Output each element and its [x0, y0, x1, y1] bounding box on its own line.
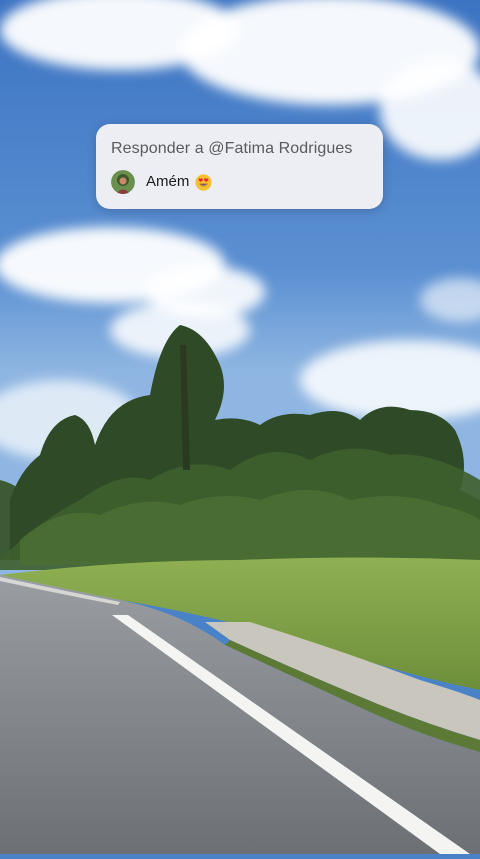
reply-title: Responder a @Fatima Rodrigues [111, 140, 353, 157]
comment-text: Amém [146, 173, 190, 190]
heart-eyes-emoji-icon [195, 173, 212, 191]
comment-row: Amém [111, 170, 369, 194]
reply-to-comment-card[interactable]: Responder a @Fatima Rodrigues Amém [96, 124, 383, 209]
avatar-icon [111, 170, 135, 194]
